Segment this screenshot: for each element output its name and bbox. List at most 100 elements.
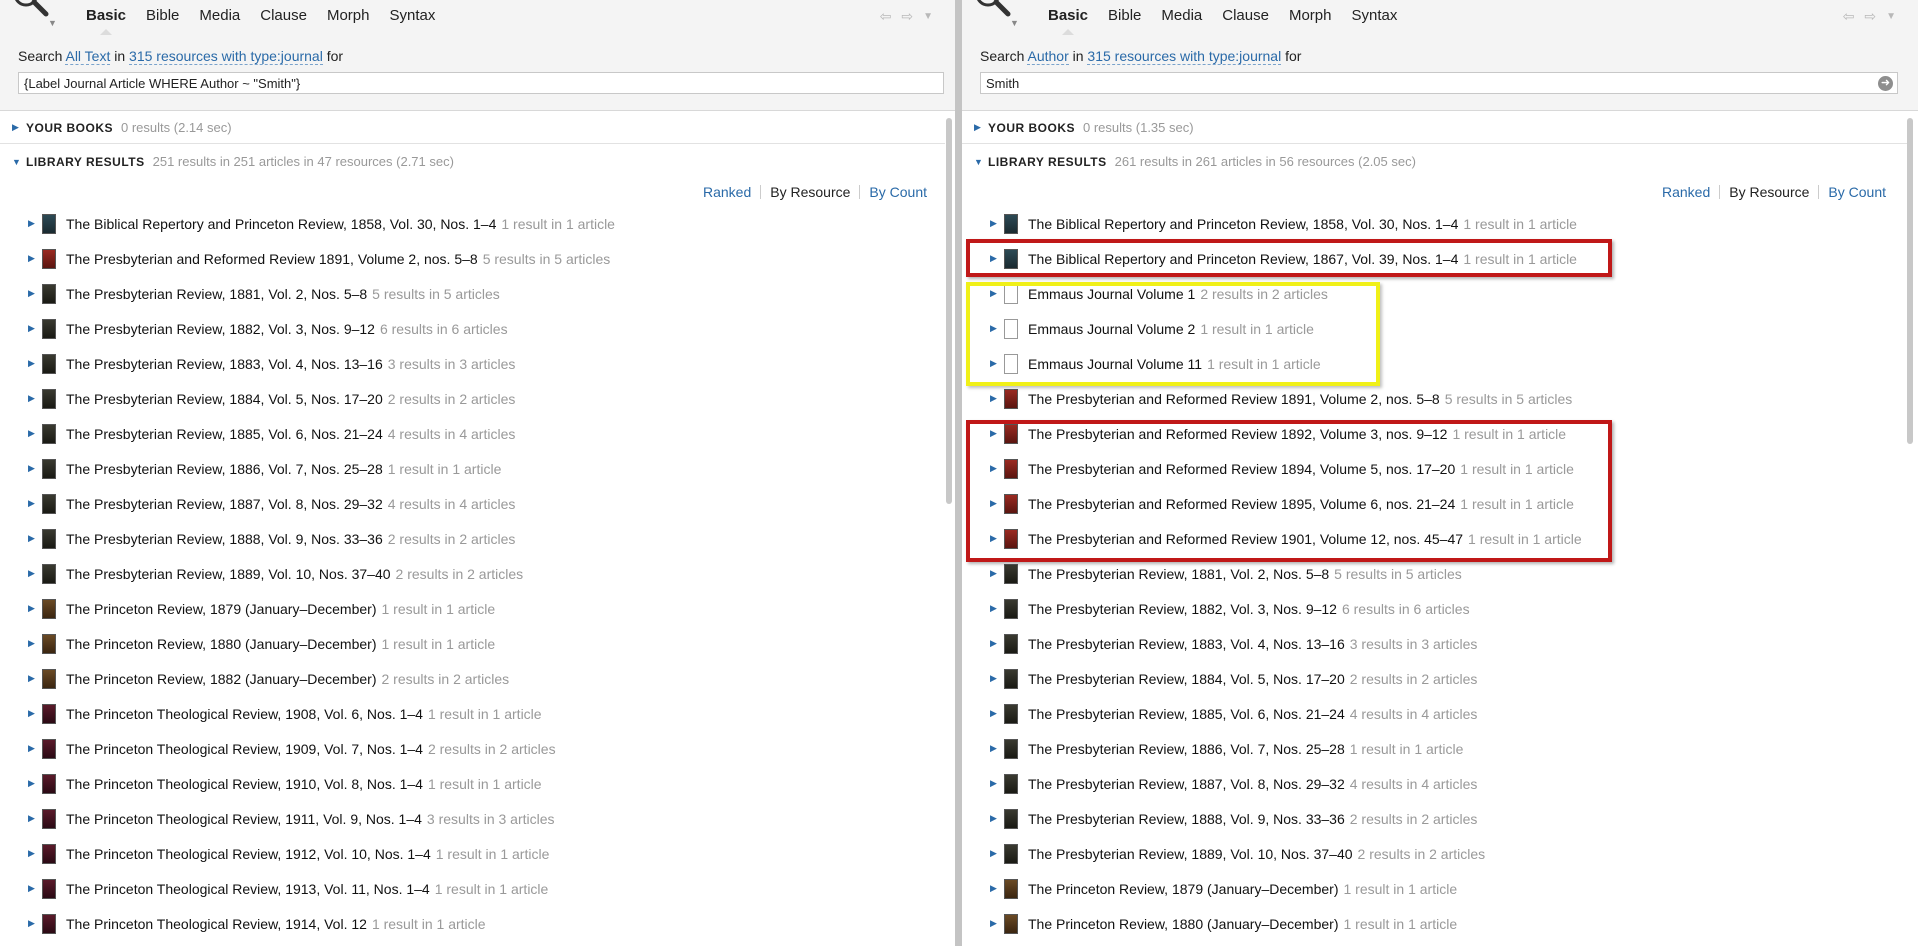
result-title[interactable]: Emmaus Journal Volume 11 xyxy=(1028,356,1202,372)
expand-icon[interactable]: ▶ xyxy=(990,358,1004,369)
chevron-down-icon[interactable]: ▼ xyxy=(1010,18,1019,28)
expand-icon[interactable]: ▶ xyxy=(974,122,982,133)
result-title[interactable]: The Biblical Repertory and Princeton Rev… xyxy=(1028,216,1458,232)
arrow-circle-icon[interactable]: ➜ xyxy=(1878,76,1893,91)
result-title[interactable]: The Princeton Theological Review, 1908, … xyxy=(66,706,423,722)
magnifier-icon[interactable]: ▼ xyxy=(974,0,1020,28)
sort-ranked[interactable]: Ranked xyxy=(1662,184,1710,200)
expand-icon[interactable]: ▶ xyxy=(28,673,42,684)
tab-media[interactable]: Media xyxy=(1151,6,1212,26)
expand-icon[interactable]: ▶ xyxy=(990,393,1004,404)
result-row[interactable]: ▶ The Princeton Review, 1879 (January–Dec… xyxy=(28,591,495,626)
result-row[interactable]: ▶ The Biblical Repertory and Princeton Re… xyxy=(990,206,1577,241)
expand-icon[interactable]: ▶ xyxy=(990,778,1004,789)
result-title[interactable]: The Presbyterian and Reformed Review 190… xyxy=(1028,531,1463,547)
resources-dropdown[interactable]: 315 resources with type:journal xyxy=(129,48,323,65)
scope-dropdown[interactable]: Author xyxy=(1027,48,1069,65)
tab-clause[interactable]: Clause xyxy=(1212,6,1279,26)
expand-icon[interactable]: ▶ xyxy=(990,498,1004,509)
expand-icon[interactable]: ▶ xyxy=(28,218,42,229)
tab-basic[interactable]: Basic xyxy=(1038,6,1098,35)
expand-icon[interactable]: ▶ xyxy=(990,288,1004,299)
tab-morph[interactable]: Morph xyxy=(1279,6,1342,26)
expand-icon[interactable]: ▶ xyxy=(28,883,42,894)
result-title[interactable]: The Presbyterian and Reformed Review 189… xyxy=(66,251,478,267)
result-row[interactable]: ▶ The Presbyterian Review, 1884, Vol. 5, … xyxy=(990,661,1477,696)
expand-icon[interactable]: ▶ xyxy=(28,638,42,649)
scope-dropdown[interactable]: All Text xyxy=(65,48,111,65)
result-row[interactable]: ▶ The Presbyterian Review, 1888, Vol. 9, … xyxy=(28,521,515,556)
expand-icon[interactable]: ▶ xyxy=(990,743,1004,754)
resources-dropdown[interactable]: 315 resources with type:journal xyxy=(1087,48,1282,65)
your-books-section[interactable]: ▶ YOUR BOOKS 0 results (2.14 sec) xyxy=(12,120,232,135)
result-title[interactable]: The Princeton Review, 1880 (January–Dece… xyxy=(1028,916,1339,932)
scrollbar[interactable] xyxy=(945,112,953,942)
expand-icon[interactable]: ▶ xyxy=(990,568,1004,579)
result-row[interactable]: ▶ The Princeton Theological Review, 1909,… xyxy=(28,731,556,766)
result-title[interactable]: The Presbyterian Review, 1883, Vol. 4, N… xyxy=(66,356,383,372)
result-title[interactable]: Emmaus Journal Volume 2 xyxy=(1028,321,1195,337)
result-row[interactable]: ▶ The Princeton Theological Review, 1908,… xyxy=(28,696,542,731)
result-row[interactable]: ▶ The Princeton Theological Review, 1911,… xyxy=(28,801,555,836)
sort-by-resource[interactable]: By Resource xyxy=(770,184,850,200)
result-row[interactable]: ▶ The Presbyterian and Reformed Review 19… xyxy=(990,521,1582,556)
result-title[interactable]: Emmaus Journal Volume 1 xyxy=(1028,286,1195,302)
result-row[interactable]: ▶ The Presbyterian and Reformed Review 18… xyxy=(990,451,1574,486)
expand-icon[interactable]: ▶ xyxy=(990,638,1004,649)
result-row[interactable]: ▶ The Princeton Theological Review, 1914,… xyxy=(28,906,486,941)
result-row[interactable]: ▶ The Presbyterian and Reformed Review 18… xyxy=(28,241,610,276)
result-title[interactable]: The Biblical Repertory and Princeton Rev… xyxy=(1028,251,1458,267)
result-title[interactable]: The Presbyterian Review, 1882, Vol. 3, N… xyxy=(1028,601,1337,617)
result-row[interactable]: ▶ The Presbyterian Review, 1889, Vol. 10,… xyxy=(28,556,523,591)
result-row[interactable]: ▶ The Presbyterian and Reformed Review 18… xyxy=(990,486,1574,521)
expand-icon[interactable]: ▶ xyxy=(28,463,42,474)
result-title[interactable]: The Presbyterian Review, 1883, Vol. 4, N… xyxy=(1028,636,1345,652)
sort-by-resource[interactable]: By Resource xyxy=(1729,184,1809,200)
expand-icon[interactable]: ▶ xyxy=(990,708,1004,719)
magnifier-icon[interactable]: ▼ xyxy=(12,0,58,28)
arrow-right-icon[interactable]: ⇨ xyxy=(901,8,913,26)
result-title[interactable]: The Princeton Theological Review, 1913, … xyxy=(66,881,430,897)
result-row[interactable]: ▶ The Presbyterian Review, 1882, Vol. 3, … xyxy=(28,311,508,346)
result-title[interactable]: The Princeton Review, 1882 (January–Dece… xyxy=(66,671,377,687)
result-title[interactable]: The Presbyterian Review, 1884, Vol. 5, N… xyxy=(1028,671,1345,687)
result-title[interactable]: The Presbyterian Review, 1881, Vol. 2, N… xyxy=(1028,566,1329,582)
result-row[interactable]: ▶ The Presbyterian Review, 1886, Vol. 7, … xyxy=(28,451,501,486)
chevron-down-icon[interactable]: ▼ xyxy=(1886,8,1896,26)
sort-by-count[interactable]: By Count xyxy=(1828,184,1886,200)
expand-icon[interactable]: ▶ xyxy=(28,498,42,509)
tab-bible[interactable]: Bible xyxy=(1098,6,1151,26)
result-row[interactable]: ▶ The Presbyterian Review, 1884, Vol. 5, … xyxy=(28,381,515,416)
result-row[interactable]: ▶ The Princeton Theological Review, 1912,… xyxy=(28,836,549,871)
library-results-section[interactable]: ▼ LIBRARY RESULTS 261 results in 261 art… xyxy=(974,154,1416,169)
your-books-section[interactable]: ▶ YOUR BOOKS 0 results (1.35 sec) xyxy=(974,120,1194,135)
result-row[interactable]: ▶ The Presbyterian Review, 1881, Vol. 2, … xyxy=(990,556,1462,591)
result-title[interactable]: The Presbyterian Review, 1888, Vol. 9, N… xyxy=(66,531,383,547)
expand-icon[interactable]: ▶ xyxy=(28,323,42,334)
tab-media[interactable]: Media xyxy=(189,6,250,26)
sort-ranked[interactable]: Ranked xyxy=(703,184,751,200)
expand-icon[interactable]: ▶ xyxy=(28,603,42,614)
result-row[interactable]: ▶ Emmaus Journal Volume 1 2 results in 2 a… xyxy=(990,276,1328,311)
result-title[interactable]: The Biblical Repertory and Princeton Rev… xyxy=(66,216,496,232)
result-title[interactable]: The Presbyterian Review, 1886, Vol. 7, N… xyxy=(1028,741,1345,757)
result-title[interactable]: The Presbyterian and Reformed Review 189… xyxy=(1028,461,1455,477)
result-row[interactable]: ▶ The Princeton Theological Review, 1913,… xyxy=(28,871,548,906)
result-title[interactable]: The Princeton Theological Review, 1909, … xyxy=(66,741,423,757)
result-title[interactable]: The Presbyterian Review, 1889, Vol. 10, … xyxy=(1028,846,1353,862)
expand-icon[interactable]: ▶ xyxy=(28,708,42,719)
arrow-left-icon[interactable]: ⇦ xyxy=(880,8,892,26)
result-row[interactable]: ▶ The Princeton Review, 1879 (January–Dec… xyxy=(990,871,1457,906)
result-title[interactable]: The Presbyterian Review, 1885, Vol. 6, N… xyxy=(66,426,383,442)
tab-morph[interactable]: Morph xyxy=(317,6,380,26)
result-title[interactable]: The Presbyterian Review, 1885, Vol. 6, N… xyxy=(1028,706,1345,722)
expand-icon[interactable]: ▶ xyxy=(28,813,42,824)
result-title[interactable]: The Princeton Review, 1880 (January–Dece… xyxy=(66,636,377,652)
result-row[interactable]: ▶ The Princeton Review, 1880 (January–Dec… xyxy=(990,906,1457,941)
result-title[interactable]: The Princeton Theological Review, 1911, … xyxy=(66,811,422,827)
expand-icon[interactable]: ▶ xyxy=(990,463,1004,474)
scroll-thumb[interactable] xyxy=(946,118,952,504)
result-row[interactable]: ▶ The Presbyterian Review, 1886, Vol. 7, … xyxy=(990,731,1463,766)
tab-syntax[interactable]: Syntax xyxy=(1341,6,1407,26)
search-input[interactable]: Smith ➜ xyxy=(980,72,1898,94)
